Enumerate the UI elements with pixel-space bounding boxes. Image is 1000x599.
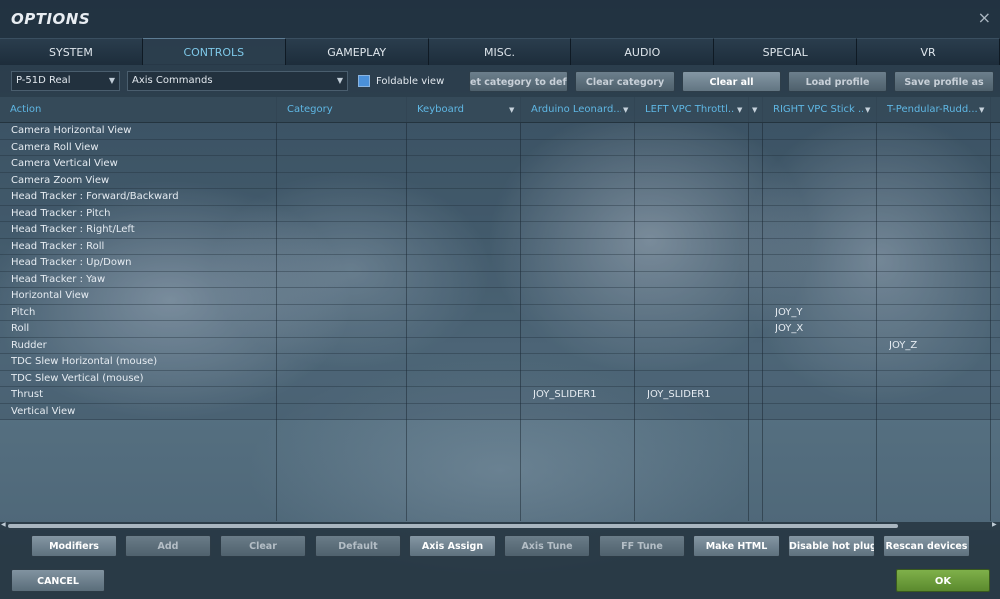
chevron-down-icon[interactable]: ▼: [737, 97, 742, 123]
chevron-down-icon[interactable]: ▼: [865, 97, 870, 123]
tab-controls[interactable]: CONTROLS: [142, 38, 286, 65]
table-row[interactable]: Camera Horizontal View: [0, 123, 1000, 140]
window-title: OPTIONS: [11, 10, 91, 28]
close-icon[interactable]: ×: [978, 8, 991, 27]
cell-rudder-pedals[interactable]: JOY_Z: [889, 338, 917, 354]
scrollbar-thumb[interactable]: [8, 524, 898, 528]
table-row[interactable]: Rudder JOY_Z: [0, 337, 1000, 354]
ff-tune-button[interactable]: FF Tune: [599, 535, 685, 557]
table-row[interactable]: Head Tracker : Forward/Backward: [0, 189, 1000, 206]
axis-assign-button[interactable]: Axis Assign: [409, 535, 496, 557]
arrow-right-icon[interactable]: ▶: [992, 521, 997, 528]
action-label: Head Tracker : Forward/Backward: [11, 191, 179, 202]
action-label: Camera Roll View: [11, 141, 99, 153]
axis-tune-button[interactable]: Axis Tune: [504, 535, 590, 557]
chevron-down-icon[interactable]: ▼: [979, 97, 984, 123]
chevron-down-icon[interactable]: ▼: [752, 97, 757, 123]
tab-misc[interactable]: MISC.: [428, 38, 572, 65]
category-select[interactable]: Axis Commands ▼: [127, 71, 348, 91]
header-device-left-throttle[interactable]: LEFT VPC Throttl...: [635, 97, 735, 123]
header-category[interactable]: Category: [277, 97, 405, 123]
cell-left-throttle[interactable]: JOY_SLIDER1: [647, 387, 711, 403]
add-button[interactable]: Add: [125, 535, 211, 557]
action-label: Vertical View: [11, 405, 76, 417]
clear-category-button[interactable]: Clear category: [575, 71, 675, 92]
tab-bar: SYSTEM CONTROLS GAMEPLAY MISC. AUDIO SPE…: [0, 38, 1000, 65]
cancel-button[interactable]: CANCEL: [11, 569, 105, 592]
arrow-left-icon[interactable]: ◀: [1, 521, 6, 528]
action-label: TDC Slew Horizontal (mouse): [11, 356, 158, 367]
action-label: Head Tracker : Pitch: [11, 207, 111, 219]
rescan-devices-button[interactable]: Rescan devices: [883, 535, 970, 557]
cell-arduino[interactable]: JOY_SLIDER1: [533, 387, 597, 403]
chevron-down-icon: ▼: [108, 76, 115, 85]
action-label: Head Tracker : Roll: [11, 240, 105, 252]
aircraft-select[interactable]: P-51D Real ▼: [11, 71, 120, 91]
tab-system[interactable]: SYSTEM: [0, 38, 143, 65]
table-row[interactable]: TDC Slew Horizontal (mouse): [0, 354, 1000, 371]
action-label: Head Tracker : Right/Left: [11, 224, 135, 235]
table-row[interactable]: Head Tracker : Pitch: [0, 205, 1000, 222]
clear-all-button[interactable]: Clear all: [682, 71, 781, 92]
action-label: Pitch: [11, 306, 36, 318]
action-label: Head Tracker : Up/Down: [11, 257, 132, 268]
table-row[interactable]: TDC Slew Vertical (mouse): [0, 370, 1000, 387]
chevron-down-icon[interactable]: ▼: [623, 97, 628, 123]
action-label: Camera Zoom View: [11, 174, 110, 186]
chevron-down-icon: ▼: [336, 76, 343, 85]
header-keyboard[interactable]: Keyboard: [407, 97, 507, 123]
foldable-view-checkbox[interactable]: [358, 75, 370, 87]
tab-vr[interactable]: VR: [857, 38, 1000, 65]
table-row[interactable]: Vertical View: [0, 403, 1000, 420]
action-label: TDC Slew Vertical (mouse): [11, 372, 144, 384]
load-profile-button[interactable]: Load profile: [788, 71, 887, 92]
action-label: Head Tracker : Yaw: [11, 273, 106, 285]
header-device-arduino[interactable]: Arduino Leonard...: [521, 97, 621, 123]
table-row[interactable]: Pitch JOY_Y: [0, 304, 1000, 321]
table-row[interactable]: Roll JOY_X: [0, 321, 1000, 338]
table-row[interactable]: Head Tracker : Yaw: [0, 271, 1000, 288]
header-device-right-stick[interactable]: RIGHT VPC Stick ...: [763, 97, 863, 123]
modifiers-button[interactable]: Modifiers: [31, 535, 117, 557]
title-bar: [0, 0, 1000, 38]
default-button[interactable]: Default: [315, 535, 401, 557]
tab-audio[interactable]: AUDIO: [571, 38, 715, 65]
action-label: Rudder: [11, 339, 47, 351]
table-row[interactable]: Head Tracker : Roll: [0, 238, 1000, 255]
tab-special[interactable]: SPECIAL: [714, 38, 858, 65]
table-row[interactable]: Horizontal View: [0, 288, 1000, 305]
header-action[interactable]: Action: [0, 97, 276, 123]
action-label: Thrust: [11, 389, 44, 400]
action-label: Camera Vertical View: [11, 158, 118, 169]
disable-hot-plug-button[interactable]: Disable hot plug: [788, 535, 875, 557]
cell-right-stick[interactable]: JOY_Y: [775, 305, 803, 321]
bindings-table: Action Category Keyboard ▼ Arduino Leona…: [0, 97, 1000, 521]
chevron-down-icon[interactable]: ▼: [509, 97, 514, 123]
aircraft-select-value: P-51D Real: [16, 75, 71, 86]
make-html-button[interactable]: Make HTML: [693, 535, 780, 557]
action-label: Camera Horizontal View: [11, 125, 132, 136]
table-row[interactable]: Head Tracker : Right/Left: [0, 222, 1000, 239]
table-header: Action Category Keyboard ▼ Arduino Leona…: [0, 97, 1000, 123]
ok-button[interactable]: OK: [896, 569, 990, 592]
tab-gameplay[interactable]: GAMEPLAY: [285, 38, 429, 65]
header-device-rudder[interactable]: T-Pendular-Rudd...: [877, 97, 977, 123]
reset-category-button[interactable]: et category to defa: [469, 71, 568, 92]
table-row[interactable]: Head Tracker : Up/Down: [0, 255, 1000, 272]
save-profile-button[interactable]: Save profile as: [894, 71, 994, 92]
foldable-view-label: Foldable view: [376, 76, 445, 87]
clear-button[interactable]: Clear: [220, 535, 306, 557]
action-label: Horizontal View: [11, 290, 89, 301]
table-row[interactable]: Camera Vertical View: [0, 156, 1000, 173]
table-row[interactable]: Camera Roll View: [0, 139, 1000, 156]
category-select-value: Axis Commands: [132, 75, 213, 86]
table-row[interactable]: Camera Zoom View: [0, 172, 1000, 189]
table-row[interactable]: Thrust JOY_SLIDER1 JOY_SLIDER1: [0, 387, 1000, 404]
cell-right-stick[interactable]: JOY_X: [775, 321, 803, 337]
action-label: Roll: [11, 323, 30, 334]
